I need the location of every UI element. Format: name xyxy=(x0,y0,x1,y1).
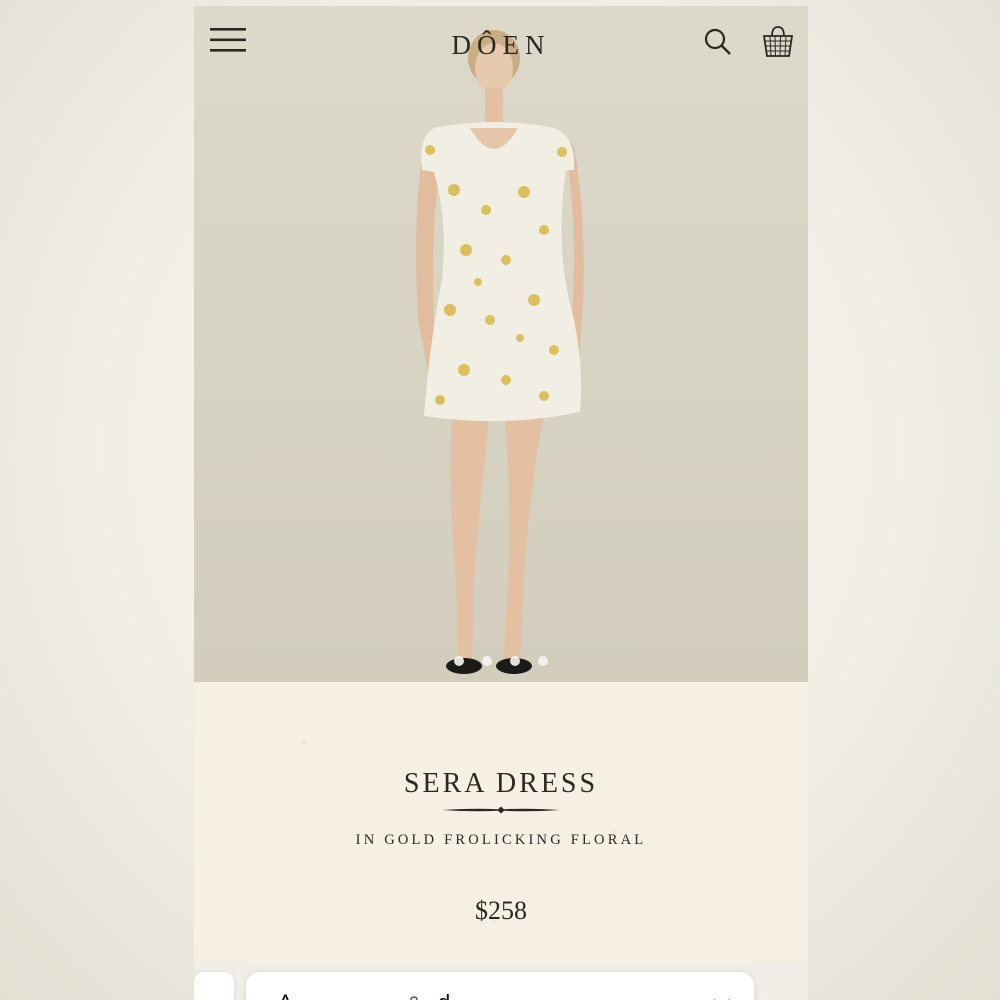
product-image xyxy=(416,30,584,674)
previous-tab-preview[interactable] xyxy=(194,972,234,1000)
shopping-bag-icon[interactable] xyxy=(762,24,794,58)
search-icon[interactable] xyxy=(704,28,732,56)
product-image-gallery[interactable]: DÔEN xyxy=(194,6,808,682)
url-text[interactable]: d xyxy=(438,990,450,1000)
product-price: $258 xyxy=(475,896,527,925)
carousel-dot-3[interactable] xyxy=(510,656,520,666)
product-title: SERA DRESS xyxy=(403,768,599,799)
ornament-divider xyxy=(442,806,560,814)
carousel-dot-4[interactable] xyxy=(538,656,548,666)
product-variant: IN GOLD FROLICKING FLORAL xyxy=(355,832,647,848)
text-size-button[interactable]: A xyxy=(278,990,293,1000)
product-info: SERA DRESS IN GOLD FROLICKING FLORAL $25… xyxy=(194,682,808,962)
browser-address-bar[interactable]: A d xyxy=(246,972,754,1000)
product-page: DÔEN SERA DRESS IN GOLD FROLICKING FLORA… xyxy=(194,6,808,1000)
lock-icon xyxy=(410,996,418,1000)
carousel-dot-1[interactable] xyxy=(454,656,464,666)
carousel-dots xyxy=(194,651,808,670)
site-header: DÔEN xyxy=(194,6,808,86)
carousel-dot-2[interactable] xyxy=(482,656,492,666)
